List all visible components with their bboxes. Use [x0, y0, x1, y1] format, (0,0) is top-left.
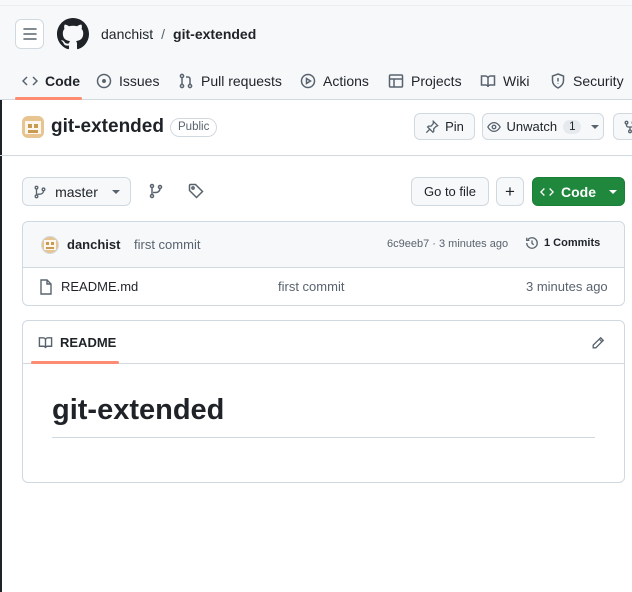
play-icon — [300, 73, 316, 89]
readme-heading: git-extended — [52, 394, 225, 426]
tab-issues-label: Issues — [119, 73, 160, 89]
breadcrumb-owner-link[interactable]: danchist — [101, 26, 153, 42]
code-dropdown-button[interactable]: Code — [532, 177, 625, 206]
tag-icon — [188, 183, 204, 199]
tab-issues[interactable]: Issues — [96, 62, 159, 100]
breadcrumb-separator: / — [161, 26, 166, 42]
tab-actions[interactable]: Actions — [300, 62, 369, 100]
branch-name: master — [55, 183, 98, 200]
chevron-down-icon — [111, 189, 120, 194]
code-button-label: Code — [561, 183, 596, 200]
branch-icon — [34, 185, 46, 198]
readme-panel: README git-extended — [22, 320, 625, 483]
shield-icon — [551, 73, 565, 89]
heading-divider — [52, 437, 595, 438]
pin-button[interactable]: Pin — [414, 113, 475, 140]
hamburger-icon — [22, 28, 37, 40]
pencil-icon[interactable] — [591, 336, 605, 350]
tab-pull-requests-label: Pull requests — [201, 73, 282, 89]
code-icon — [22, 76, 38, 86]
tab-actions-label: Actions — [323, 73, 369, 89]
fork-button[interactable] — [613, 113, 632, 140]
branches-link[interactable] — [148, 183, 164, 199]
latest-commit-bar: danchist first commit 6c9eeb7 · 3 minute… — [23, 222, 624, 268]
commit-meta[interactable]: 6c9eeb7 · 3 minutes ago — [387, 238, 508, 250]
tab-pull-requests[interactable]: Pull requests — [178, 62, 282, 100]
watch-counter: 1 — [563, 119, 582, 134]
pin-icon — [425, 119, 439, 133]
commit-message[interactable]: first commit — [134, 237, 200, 252]
commit-author[interactable]: danchist — [67, 237, 120, 252]
table-icon — [388, 74, 404, 88]
tags-link[interactable] — [188, 183, 204, 199]
go-to-file-label: Go to file — [423, 184, 477, 199]
tab-code-label: Code — [45, 73, 80, 89]
commits-history-link[interactable]: 1 Commits — [525, 236, 600, 250]
visibility-badge: Public — [170, 118, 218, 137]
issue-icon — [96, 73, 112, 89]
tab-projects-label: Projects — [411, 73, 462, 89]
tab-code[interactable]: Code — [22, 62, 80, 100]
identicon-icon — [44, 240, 56, 250]
add-file-button[interactable]: + — [496, 177, 524, 206]
file-commit-message[interactable]: first commit — [278, 279, 344, 294]
unwatch-button[interactable]: Unwatch 1 — [482, 113, 604, 140]
fork-icon — [624, 120, 632, 133]
repo-nav-tabs: Code Issues Pull requests Actions Projec… — [0, 62, 632, 100]
commits-count-label: 1 Commits — [544, 237, 601, 249]
tab-projects[interactable]: Projects — [388, 62, 462, 100]
unwatch-button-label: Unwatch — [506, 119, 558, 134]
file-browser: danchist first commit 6c9eeb7 · 3 minute… — [22, 221, 625, 306]
plus-icon: + — [505, 181, 515, 201]
identicon-icon — [25, 121, 41, 134]
chevron-down-icon — [591, 124, 600, 129]
book-icon — [480, 75, 496, 88]
menu-button[interactable] — [15, 19, 44, 49]
pull-request-icon — [179, 73, 193, 89]
file-age: 3 minutes ago — [526, 279, 608, 294]
eye-icon — [486, 121, 501, 132]
history-icon — [526, 237, 538, 249]
branches-icon — [149, 183, 163, 199]
code-icon — [540, 187, 554, 196]
branch-selector[interactable]: master — [22, 177, 131, 206]
file-name[interactable]: README.md — [61, 279, 138, 294]
author-avatar[interactable] — [41, 236, 59, 254]
readme-tab-label: README — [60, 335, 117, 350]
readme-tab-indicator — [31, 361, 119, 364]
repo-owner-avatar[interactable] — [22, 116, 44, 138]
breadcrumb-repo-link[interactable]: git-extended — [173, 26, 256, 42]
breadcrumb: danchist / git-extended — [101, 26, 256, 42]
repo-title[interactable]: git-extended — [51, 116, 164, 138]
github-logo-icon[interactable] — [57, 18, 89, 50]
tab-wiki-label: Wiki — [503, 73, 530, 89]
tab-wiki[interactable]: Wiki — [480, 62, 529, 100]
pin-button-label: Pin — [445, 119, 464, 134]
tab-security[interactable]: Security — [550, 62, 624, 100]
file-row[interactable]: README.md first commit 3 minutes ago — [23, 268, 624, 305]
chevron-down-icon — [609, 189, 617, 194]
go-to-file-button[interactable]: Go to file — [411, 177, 489, 206]
readme-header: README — [23, 321, 624, 364]
file-icon — [40, 279, 52, 295]
readme-tab[interactable]: README — [38, 335, 116, 350]
tab-security-label: Security — [573, 73, 624, 89]
top-strip — [0, 0, 632, 6]
book-icon — [38, 337, 53, 349]
